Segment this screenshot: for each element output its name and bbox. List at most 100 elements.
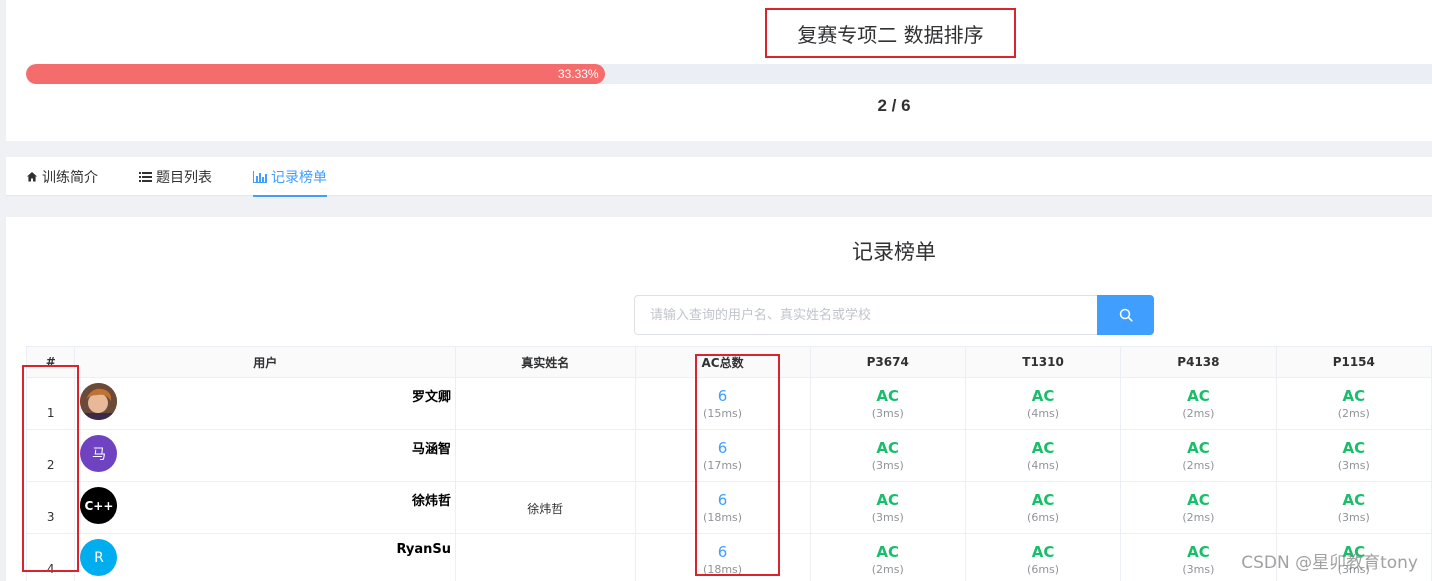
user-cell: 马 马涵智 (74, 429, 457, 482)
ac-total-cell: 6 (17ms) (634, 429, 811, 482)
column-header-problem[interactable]: P3674 (809, 346, 966, 378)
ac-status: AC (1031, 438, 1055, 457)
ac-status: AC (1187, 438, 1210, 457)
total-time: (18ms) (703, 510, 743, 524)
watermark: CSDN @星卯教育tony (1241, 553, 1418, 573)
avatar-text: 马 (91, 446, 106, 463)
column-header-problem[interactable]: P4138 (1120, 346, 1277, 378)
column-header-rank: # (25, 346, 76, 378)
ac-status: AC (1342, 438, 1366, 457)
run-time: (3ms) (871, 510, 904, 524)
bar-chart-icon (253, 170, 267, 183)
tab-training-intro[interactable]: 训练简介 (26, 157, 98, 196)
tab-label: 训练简介 (42, 169, 98, 186)
ac-status: AC (1342, 386, 1366, 405)
run-time: (3ms) (1337, 510, 1370, 524)
ac-status: AC (876, 490, 900, 509)
run-time: (2ms) (1182, 406, 1215, 420)
ac-status: AC (1031, 490, 1055, 509)
run-time: (4ms) (1027, 458, 1060, 472)
run-time: (6ms) (1027, 562, 1060, 576)
problem-result-cell: AC (3ms) (1275, 429, 1432, 482)
rank-number: 2 (46, 457, 55, 472)
column-header-real-name: 真实姓名 (455, 346, 636, 378)
avatar[interactable] (80, 383, 118, 420)
run-time: (2ms) (1182, 510, 1215, 524)
avatar[interactable]: R (80, 539, 118, 576)
run-time: (3ms) (1337, 458, 1370, 472)
problem-result-cell: AC (3ms) (1275, 481, 1432, 534)
ac-status: AC (876, 386, 900, 405)
ac-total: 6 (717, 386, 728, 405)
ac-total: 6 (717, 542, 728, 561)
problem-result-cell: AC (6ms) (964, 481, 1122, 534)
real-name-cell (455, 429, 636, 482)
progress-bar: 33.33% (26, 64, 1432, 84)
run-time: (3ms) (871, 458, 904, 472)
ac-total-cell: 6 (15ms) (634, 377, 811, 430)
search-input[interactable] (634, 295, 1097, 335)
rank-cell: 4 (25, 533, 76, 581)
column-header-problem[interactable]: P1154 (1275, 346, 1432, 378)
problem-result-cell: AC (2ms) (1120, 481, 1277, 534)
problem-result-cell: AC (2ms) (1120, 377, 1277, 430)
problem-result-cell: AC (6ms) (964, 533, 1122, 581)
ac-status: AC (1031, 386, 1055, 405)
rank-number: 3 (46, 509, 55, 524)
username-link[interactable]: RyanSu (396, 542, 451, 557)
ranking-table: # 用户 真实姓名 AC总数 P3674 T1310 P4138 P1154 1… (25, 346, 1432, 581)
ac-status: AC (1031, 542, 1055, 561)
total-time: (15ms) (703, 406, 743, 420)
run-time: (3ms) (871, 406, 904, 420)
table-header-row: # 用户 真实姓名 AC总数 P3674 T1310 P4138 P1154 (25, 346, 1432, 378)
column-header-user: 用户 (74, 346, 457, 378)
avatar[interactable]: C++ (80, 487, 118, 524)
ac-total-cell: 6 (18ms) (634, 533, 811, 581)
problem-result-cell: AC (3ms) (809, 481, 966, 534)
real-name: 徐炜哲 (527, 502, 564, 516)
table-row: 4 R RyanSu 6 (18ms) AC (2ms) AC (6ms) AC (3ms) AC (3… (25, 533, 1432, 581)
problem-result-cell: AC (3ms) (809, 429, 966, 482)
progress-count: 2 / 6 (877, 96, 911, 115)
total-time: (18ms) (703, 562, 743, 576)
problem-result-cell: AC (2ms) (809, 533, 966, 581)
tab-label: 记录榜单 (271, 169, 327, 186)
user-cell: C++ 徐炜哲 (74, 481, 457, 534)
user-cell: 罗文卿 (74, 377, 457, 430)
table-row: 2 马马涵智 6 (17ms) AC (3ms) AC (4ms) AC (2ms) AC (3ms) (25, 429, 1432, 482)
avatar-image (80, 383, 118, 420)
real-name-cell: 徐炜哲 (455, 481, 636, 534)
run-time: (6ms) (1027, 510, 1060, 524)
username-link[interactable]: 徐炜哲 (412, 490, 451, 509)
rank-cell: 1 (25, 377, 76, 430)
search-bar (634, 295, 1154, 335)
username-link[interactable]: 罗文卿 (412, 386, 451, 405)
table-row: 1 罗文卿 6 (15ms) AC (3ms) AC (4ms) AC (2ms) AC (2ms) (25, 377, 1432, 430)
avatar-text: R (94, 549, 104, 566)
rank-cell: 3 (25, 481, 76, 534)
username-link[interactable]: 马涵智 (412, 438, 451, 457)
run-time: (2ms) (1337, 406, 1370, 420)
problem-result-cell: AC (4ms) (964, 429, 1122, 482)
ac-status: AC (876, 438, 900, 457)
total-time: (17ms) (703, 458, 743, 472)
tab-ranking[interactable]: 记录榜单 (253, 157, 327, 197)
tabs-bar: 训练简介 题目列表 记录榜单 (6, 157, 1432, 197)
run-time: (2ms) (871, 562, 904, 576)
problem-result-cell: AC (4ms) (964, 377, 1122, 430)
tab-label: 题目列表 (156, 169, 212, 186)
search-icon (1119, 308, 1133, 322)
contest-title: 复赛专项二 数据排序 (765, 8, 1016, 58)
problem-result-cell: AC (3ms) (809, 377, 966, 430)
rank-cell: 2 (25, 429, 76, 482)
search-button[interactable] (1097, 295, 1154, 335)
ac-total: 6 (717, 438, 728, 457)
problem-result-cell: AC (2ms) (1120, 429, 1277, 482)
rank-number: 1 (46, 405, 55, 420)
tab-problem-list[interactable]: 题目列表 (139, 157, 212, 196)
ac-total-cell: 6 (18ms) (634, 481, 811, 534)
column-header-problem[interactable]: T1310 (964, 346, 1122, 378)
column-header-ac-total: AC总数 (634, 346, 811, 378)
avatar[interactable]: 马 (80, 435, 118, 472)
table-row: 3 C++ 徐炜哲 徐炜哲 6 (18ms) AC (3ms) AC (6ms) AC (2ms) AC… (25, 481, 1432, 534)
